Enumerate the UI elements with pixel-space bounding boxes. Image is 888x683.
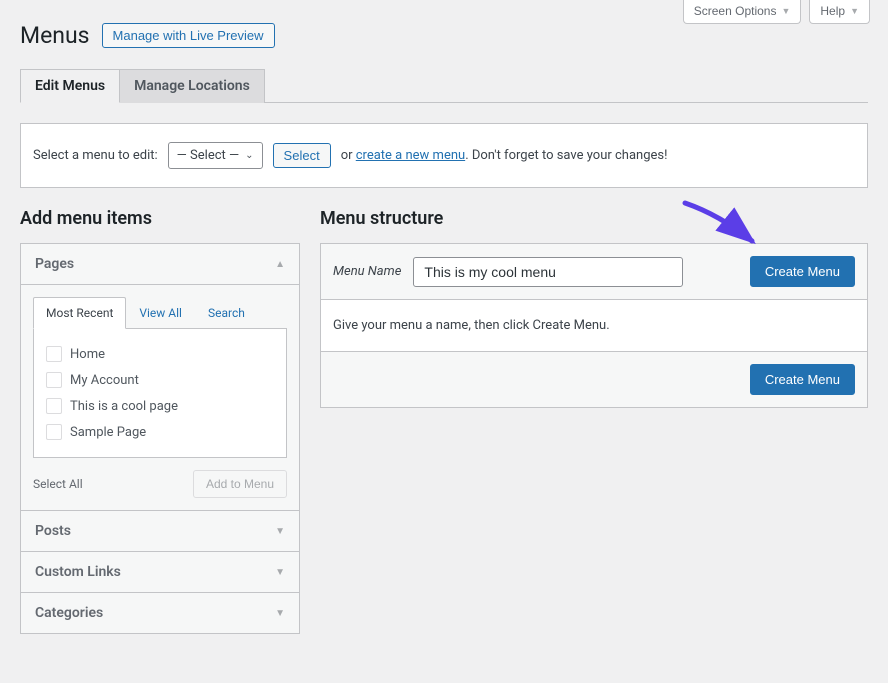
- tab-search[interactable]: Search: [195, 297, 258, 329]
- create-menu-button-footer[interactable]: Create Menu: [750, 364, 855, 395]
- tab-edit-menus[interactable]: Edit Menus: [20, 69, 120, 103]
- menu-name-input[interactable]: [413, 257, 683, 287]
- accordion-pages[interactable]: Pages ▲: [21, 244, 299, 285]
- live-preview-button[interactable]: Manage with Live Preview: [102, 23, 275, 48]
- list-item[interactable]: Sample Page: [46, 419, 274, 445]
- chevron-down-icon: ▼: [850, 6, 859, 16]
- accordion-categories[interactable]: Categories ▼: [21, 593, 299, 633]
- screen-options-label: Screen Options: [694, 4, 777, 18]
- page-label: My Account: [70, 373, 139, 388]
- create-menu-button[interactable]: Create Menu: [750, 256, 855, 287]
- chevron-down-icon: ▼: [275, 608, 285, 619]
- accordion-pages-body: Most Recent View All Search Home My Acco…: [21, 285, 299, 511]
- list-item[interactable]: Home: [46, 341, 274, 367]
- or-text: or: [341, 148, 353, 163]
- chevron-down-icon: ⌄: [245, 150, 253, 161]
- checkbox[interactable]: [46, 346, 62, 362]
- page-title: Menus: [20, 22, 90, 49]
- add-to-menu-button[interactable]: Add to Menu: [193, 470, 287, 498]
- menu-name-label: Menu Name: [333, 264, 401, 279]
- page-label: This is a cool page: [70, 399, 178, 414]
- list-item[interactable]: This is a cool page: [46, 393, 274, 419]
- custom-links-header-label: Custom Links: [35, 564, 121, 580]
- posts-header-label: Posts: [35, 523, 71, 539]
- select-button[interactable]: Select: [273, 143, 331, 168]
- help-button[interactable]: Help ▼: [809, 0, 870, 24]
- list-item[interactable]: My Account: [46, 367, 274, 393]
- create-new-menu-link[interactable]: create a new menu: [356, 148, 465, 163]
- tab-view-all[interactable]: View All: [126, 297, 195, 329]
- select-menu-notice: Select a menu to edit: — Select — ⌄ Sele…: [20, 123, 868, 188]
- accordion-posts[interactable]: Posts ▼: [21, 511, 299, 552]
- menu-structure-body: Give your menu a name, then click Create…: [321, 300, 867, 352]
- chevron-down-icon: ▼: [275, 526, 285, 537]
- checkbox[interactable]: [46, 424, 62, 440]
- chevron-up-icon: ▲: [275, 259, 285, 270]
- tab-most-recent[interactable]: Most Recent: [33, 297, 126, 329]
- add-items-title: Add menu items: [20, 208, 300, 229]
- screen-options-button[interactable]: Screen Options ▼: [683, 0, 802, 24]
- select-menu-label: Select a menu to edit:: [33, 148, 158, 163]
- checkbox[interactable]: [46, 398, 62, 414]
- checkbox[interactable]: [46, 372, 62, 388]
- notice-rest: . Don't forget to save your changes!: [465, 148, 667, 163]
- help-label: Help: [820, 4, 845, 18]
- chevron-down-icon: ▼: [275, 567, 285, 578]
- select-all-link[interactable]: Select All: [33, 477, 83, 491]
- chevron-down-icon: ▼: [781, 6, 790, 16]
- menu-select-value: — Select —: [177, 148, 239, 163]
- tab-manage-locations[interactable]: Manage Locations: [120, 69, 265, 103]
- pages-header-label: Pages: [35, 256, 74, 272]
- pages-list: Home My Account This is a cool page Samp…: [33, 328, 287, 458]
- page-label: Home: [70, 347, 105, 362]
- menu-structure-title: Menu structure: [320, 208, 868, 229]
- categories-header-label: Categories: [35, 605, 103, 621]
- accordion-custom-links[interactable]: Custom Links ▼: [21, 552, 299, 593]
- page-label: Sample Page: [70, 425, 146, 440]
- menu-select-dropdown[interactable]: — Select — ⌄: [168, 142, 263, 169]
